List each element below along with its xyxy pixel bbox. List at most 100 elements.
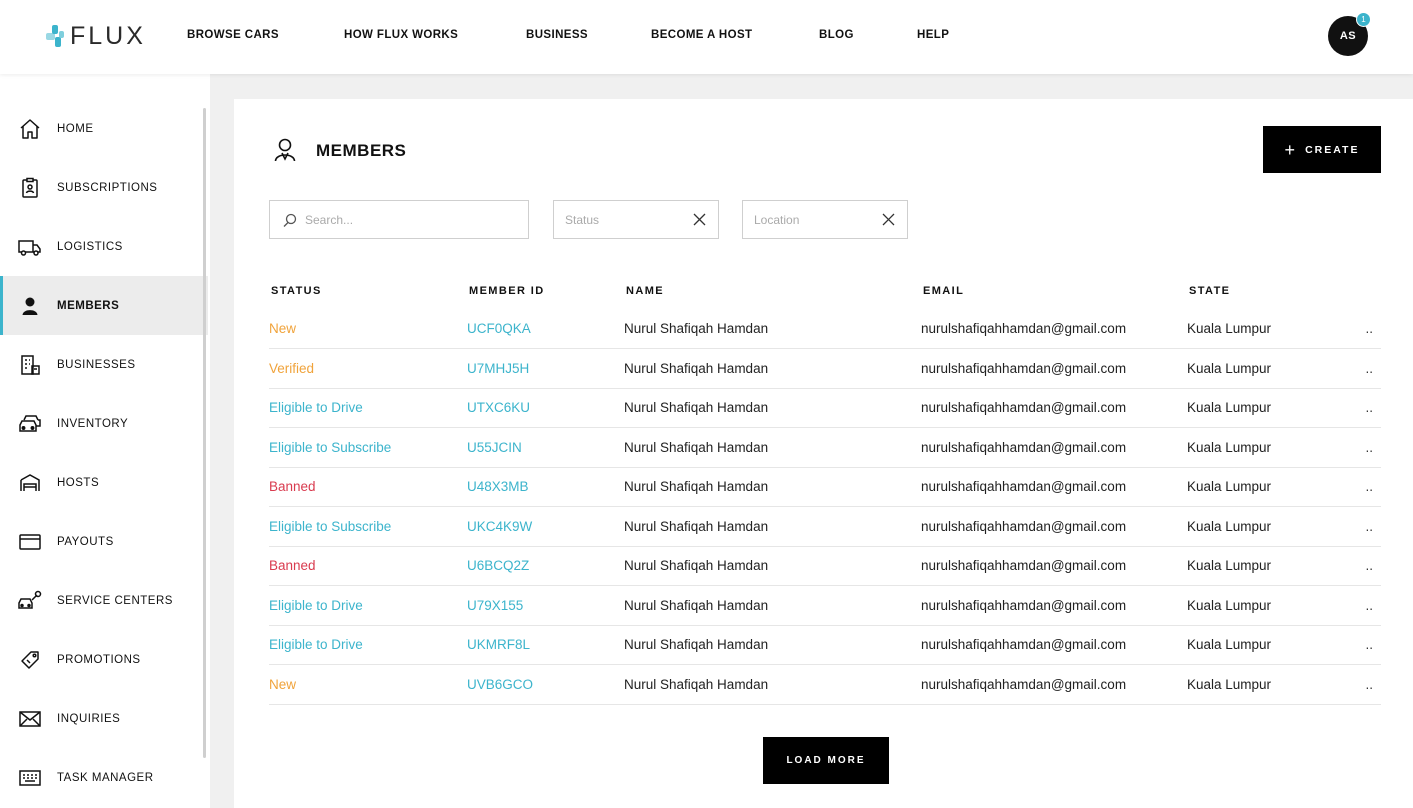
status-cell: New [269, 664, 467, 705]
member-id-link[interactable]: U55JCIN [467, 427, 624, 468]
mail-icon [18, 707, 42, 731]
search-input[interactable]: Search... [269, 200, 529, 239]
row-actions-menu[interactable]: .. [1357, 309, 1381, 349]
location-filter[interactable]: Location [742, 200, 908, 239]
member-id-link[interactable]: U79X155 [467, 585, 624, 626]
column-header-status[interactable]: STATUS [269, 273, 467, 309]
create-button[interactable]: + CREATE [1263, 126, 1381, 173]
sidebar-scrollbar[interactable] [203, 108, 206, 758]
car-wrench-icon [18, 589, 42, 613]
name-cell: Nurul Shafiqah Hamdan [624, 427, 921, 468]
sidebar-item-label: INQUIRIES [57, 712, 121, 725]
sidebar-item-label: INVENTORY [57, 417, 129, 430]
name-cell: Nurul Shafiqah Hamdan [624, 309, 921, 349]
clear-location-icon[interactable] [882, 213, 895, 226]
member-id-link[interactable]: UKMRF8L [467, 625, 624, 665]
status-cell: Eligible to Drive [269, 388, 467, 428]
status-filter[interactable]: Status [553, 200, 719, 239]
sidebar-item-inquiries[interactable]: INQUIRIES [0, 689, 208, 748]
logo-text: FLUX [70, 21, 146, 50]
name-cell: Nurul Shafiqah Hamdan [624, 388, 921, 428]
name-cell: Nurul Shafiqah Hamdan [624, 625, 921, 665]
column-header-actions [1357, 273, 1381, 309]
row-actions-menu[interactable]: .. [1357, 664, 1381, 705]
email-cell: nurulshafiqahhamdan@gmail.com [921, 388, 1187, 428]
member-id-link[interactable]: UCF0QKA [467, 309, 624, 349]
row-actions-menu[interactable]: .. [1357, 625, 1381, 665]
email-cell: nurulshafiqahhamdan@gmail.com [921, 348, 1187, 389]
nav-browse-cars[interactable]: BROWSE CARS [187, 29, 279, 41]
page-title: MEMBERS [316, 141, 407, 160]
row-actions-menu[interactable]: .. [1357, 427, 1381, 468]
sidebar-item-payouts[interactable]: PAYOUTS [0, 512, 208, 571]
sidebar-item-members[interactable]: MEMBERS [0, 276, 208, 335]
table-row[interactable]: Eligible to Drive UTXC6KU Nurul Shafiqah H… [269, 388, 1381, 428]
table-row[interactable]: Verified U7MHJ5H Nurul Shafiqah Hamdan nuru… [269, 348, 1381, 389]
search-placeholder: Search... [305, 212, 354, 227]
email-cell: nurulshafiqahhamdan@gmail.com [921, 546, 1187, 586]
row-actions-menu[interactable]: .. [1357, 467, 1381, 507]
flux-logo[interactable]: FLUX [46, 21, 146, 51]
location-placeholder: Location [754, 212, 800, 227]
logo-mark-icon [46, 21, 66, 51]
column-header-state[interactable]: STATE [1187, 273, 1357, 309]
sidebar-item-subscriptions[interactable]: SUBSCRIPTIONS [0, 158, 208, 217]
column-header-name[interactable]: NAME [624, 273, 921, 309]
nav-how-flux-works[interactable]: HOW FLUX WORKS [344, 29, 458, 41]
card-icon [18, 530, 42, 554]
members-table: STATUS MEMBER ID NAME EMAIL STATE New UCF… [269, 273, 1381, 705]
row-actions-menu[interactable]: .. [1357, 546, 1381, 586]
sidebar-item-home[interactable]: HOME [0, 99, 208, 158]
home-icon [18, 117, 42, 141]
nav-help[interactable]: HELP [917, 29, 949, 41]
state-cell: Kuala Lumpur [1187, 388, 1357, 428]
member-id-link[interactable]: UTXC6KU [467, 388, 624, 428]
sidebar-item-inventory[interactable]: INVENTORY [0, 394, 208, 453]
row-actions-menu[interactable]: .. [1357, 585, 1381, 626]
nav-business[interactable]: BUSINESS [526, 29, 588, 41]
table-row[interactable]: Eligible to Subscribe UKC4K9W Nurul Shafiq… [269, 506, 1381, 547]
table-row[interactable]: Eligible to Drive U79X155 Nurul Shafiqah H… [269, 585, 1381, 626]
building-icon [18, 353, 42, 377]
member-id-link[interactable]: U48X3MB [467, 467, 624, 507]
email-cell: nurulshafiqahhamdan@gmail.com [921, 427, 1187, 468]
load-more-button[interactable]: LOAD MORE [763, 737, 889, 784]
sidebar-item-businesses[interactable]: BUSINESSES [0, 335, 208, 394]
sidebar-item-task-manager[interactable]: TASK MANAGER [0, 748, 208, 807]
table-row[interactable]: New UCF0QKA Nurul Shafiqah Hamdan nurulshaf… [269, 309, 1381, 349]
sidebar-item-label: PAYOUTS [57, 535, 114, 548]
column-header-member-id[interactable]: MEMBER ID [467, 273, 624, 309]
row-actions-menu[interactable]: .. [1357, 388, 1381, 428]
state-cell: Kuala Lumpur [1187, 625, 1357, 665]
table-row[interactable]: Banned U48X3MB Nurul Shafiqah Hamdan nuruls… [269, 467, 1381, 507]
nav-blog[interactable]: BLOG [819, 29, 854, 41]
email-cell: nurulshafiqahhamdan@gmail.com [921, 506, 1187, 547]
table-row[interactable]: Eligible to Drive UKMRF8L Nurul Shafiqah H… [269, 625, 1381, 665]
sidebar-item-service-centers[interactable]: SERVICE CENTERS [0, 571, 208, 630]
sidebar-item-label: LOGISTICS [57, 240, 123, 253]
nav-become-a-host[interactable]: BECOME A HOST [651, 29, 752, 41]
sidebar-item-logistics[interactable]: LOGISTICS [0, 217, 208, 276]
table-row[interactable]: Eligible to Subscribe U55JCIN Nurul Shafiq… [269, 427, 1381, 468]
sidebar-item-promotions[interactable]: PROMOTIONS [0, 630, 208, 689]
table-row[interactable]: Banned U6BCQ2Z Nurul Shafiqah Hamdan nuruls… [269, 546, 1381, 586]
notification-badge: 1 [1356, 12, 1371, 27]
state-cell: Kuala Lumpur [1187, 427, 1357, 468]
member-id-link[interactable]: U6BCQ2Z [467, 546, 624, 586]
member-id-link[interactable]: U7MHJ5H [467, 348, 624, 389]
sidebar-item-label: PROMOTIONS [57, 653, 141, 666]
member-id-link[interactable]: UVB6GCO [467, 664, 624, 705]
member-id-link[interactable]: UKC4K9W [467, 506, 624, 547]
column-header-email[interactable]: EMAIL [921, 273, 1187, 309]
name-cell: Nurul Shafiqah Hamdan [624, 348, 921, 389]
status-cell: Banned [269, 467, 467, 507]
name-cell: Nurul Shafiqah Hamdan [624, 546, 921, 586]
state-cell: Kuala Lumpur [1187, 348, 1357, 389]
row-actions-menu[interactable]: .. [1357, 506, 1381, 547]
sidebar-item-hosts[interactable]: HOSTS [0, 453, 208, 512]
row-actions-menu[interactable]: .. [1357, 348, 1381, 389]
name-cell: Nurul Shafiqah Hamdan [624, 506, 921, 547]
clipboard-user-icon [18, 176, 42, 200]
table-row[interactable]: New UVB6GCO Nurul Shafiqah Hamdan nurulshaf… [269, 664, 1381, 705]
clear-status-icon[interactable] [693, 213, 706, 226]
